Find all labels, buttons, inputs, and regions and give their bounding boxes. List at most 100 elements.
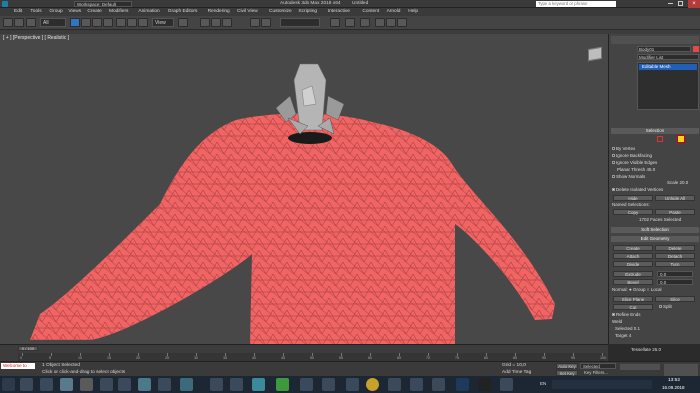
face-mode-icon[interactable] [657,136,663,142]
maximize-icon[interactable] [678,1,683,6]
render-frame-button[interactable] [386,18,396,27]
selection-rollout-header[interactable]: Selection [611,128,699,134]
material-editor-button[interactable] [360,18,370,27]
render-button[interactable] [397,18,407,27]
rect-selection-button[interactable] [92,18,102,27]
curve-editor-button[interactable] [345,18,355,27]
menu-item-interactive[interactable]: Interactive [328,9,350,14]
taskbar-app-9-icon[interactable] [180,378,193,391]
clock-time[interactable]: 13:52 [668,378,680,383]
modifier-stack[interactable]: Editable Mesh [637,62,699,110]
delete-button[interactable]: Delete [655,245,695,251]
playback-controls[interactable] [620,364,660,370]
split-checkbox[interactable]: Split [659,304,672,310]
menu-item-views[interactable]: Views [68,9,81,14]
chrome-icon[interactable] [366,378,379,391]
taskbar-app-2-icon[interactable] [40,378,53,391]
menu-item-civil-view[interactable]: Civil View [237,9,258,14]
taskbar-app-18-icon[interactable] [410,378,423,391]
tessellate-row[interactable]: Tessellate 25.0 [611,346,697,353]
menu-item-customize[interactable]: Customize [269,9,292,14]
menu-item-animation[interactable]: Animation [138,9,159,14]
taskbar-app-5-icon[interactable] [100,378,113,391]
copy-button[interactable]: Copy [613,209,653,215]
named-selection-dropdown[interactable] [280,18,320,27]
search-input[interactable]: Type a keyword or phrase [536,1,616,7]
start-icon[interactable] [2,378,15,391]
close-icon[interactable]: × [688,0,700,8]
slice-plane-button[interactable]: Slice Plane [613,296,653,302]
weld-selected-row[interactable]: Selected 0.1 [615,326,640,332]
turn-button[interactable]: Turn [655,261,695,267]
edit-geometry-rollout[interactable]: Edit Geometry [611,236,699,242]
window-crossing-button[interactable] [103,18,113,27]
delete-isolated-checkbox[interactable]: Delete Isolated Vertices [612,187,663,193]
time-slider[interactable]: 0 / 100 [18,346,38,351]
render-setup-button[interactable] [375,18,385,27]
taskbar-app-15-icon[interactable] [322,378,335,391]
redo-button[interactable] [14,18,24,27]
pivot-button[interactable] [178,18,188,27]
command-panel-tabs[interactable] [611,36,699,44]
taskbar-app-4-icon[interactable] [80,378,93,391]
steam-icon[interactable] [456,378,469,391]
taskbar-app-19-icon[interactable] [432,378,445,391]
select-object-button[interactable] [70,18,80,27]
percent-snap-button[interactable] [222,18,232,27]
ignore-visible-edges-checkbox[interactable]: Ignore Visible Edges [612,160,657,166]
system-tray[interactable] [552,380,652,389]
hide-button[interactable]: Hide [613,195,653,201]
mesh-model[interactable] [0,34,608,344]
unhide-all-button[interactable]: Unhide All [655,195,695,201]
bevel-button[interactable]: Bevel [613,279,653,285]
vertex-mode-icon[interactable]: ∙ [639,136,645,142]
clock-date[interactable]: 16.09.2018 [662,385,685,390]
extrude-button[interactable]: Extrude [613,271,653,277]
workspace-dropdown[interactable]: Workspace: Default [74,1,132,7]
taskbar-app-12-icon[interactable] [252,378,265,391]
detach-button[interactable]: Detach [655,253,695,259]
select-by-name-button[interactable] [81,18,91,27]
align-button[interactable] [261,18,271,27]
modifier-list-dropdown[interactable]: Modifier List [637,54,699,60]
soft-selection-rollout[interactable]: Soft Selection [611,227,699,233]
minimize-icon[interactable] [668,3,673,4]
refine-ends-checkbox[interactable]: Refine Ends [612,312,641,318]
bevel-spinner[interactable]: 0.0 [657,279,693,285]
taskbar-app-6-icon[interactable] [118,378,131,391]
snaps-button[interactable] [200,18,210,27]
timeline[interactable]: 0 / 100 0 5 10 15 20 25 30 35 40 45 50 55 60 65 70 75 80… [0,344,608,361]
cut-button[interactable]: Cut [613,304,653,310]
weld-target-row[interactable]: Target 4 [615,333,631,339]
move-button[interactable] [116,18,126,27]
object-color-swatch[interactable] [693,46,699,52]
layer-explorer-button[interactable] [330,18,340,27]
key-mode-dropdown[interactable]: Selected [580,363,616,369]
mirror-button[interactable] [250,18,260,27]
taskbar-app-1-icon[interactable] [20,378,33,391]
menu-item-group[interactable]: Group [49,9,62,14]
scale-row[interactable]: Scale 20.0 [667,180,688,186]
taskbar-app-16-icon[interactable] [346,378,359,391]
link-button[interactable] [26,18,36,27]
menu-item-edit[interactable]: Edit [14,9,22,14]
object-name-field[interactable]: Body01 [637,46,691,52]
input-language[interactable]: EN [540,381,546,386]
taskbar-app-10-icon[interactable] [210,378,223,391]
taskbar-app-20-icon[interactable] [478,378,491,391]
taskbar-app-14-icon[interactable] [300,378,313,391]
create-button[interactable]: Create [613,245,653,251]
app-logo-icon[interactable] [2,1,8,7]
stack-item-editable-mesh[interactable]: Editable Mesh [639,64,697,70]
menu-item-content[interactable]: Content [362,9,379,14]
menu-item-scripting[interactable]: Scripting [298,9,317,14]
slice-button[interactable]: Slice [655,296,695,302]
menu-item-help[interactable]: Help [408,9,418,14]
selection-filter-dropdown[interactable]: All [40,18,66,27]
menu-item-graph-editors[interactable]: Graph Editors [168,9,198,14]
menu-item-modifiers[interactable]: Modifiers [109,9,128,14]
scale-button[interactable] [138,18,148,27]
paste-button[interactable]: Paste [655,209,695,215]
extrude-spinner[interactable]: 0.0 [657,271,693,277]
rotate-button[interactable] [127,18,137,27]
